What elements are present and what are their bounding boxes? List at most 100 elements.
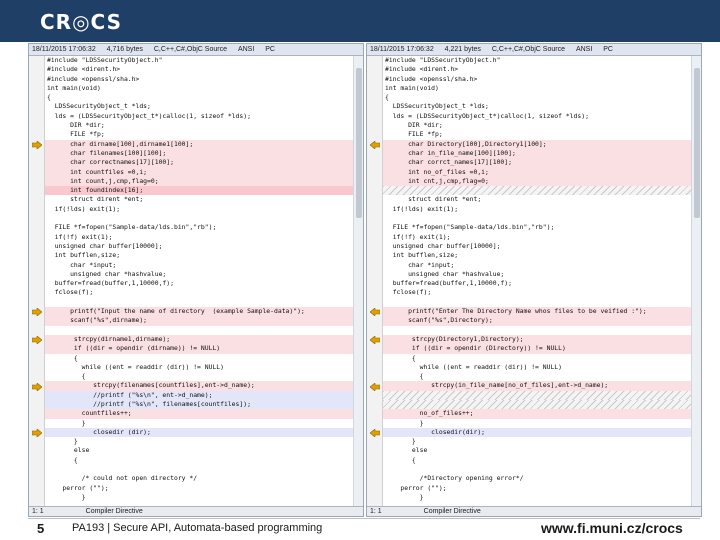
left-code-line[interactable]: {: [45, 372, 353, 381]
left-code-line[interactable]: if ((dir = opendir (dirname)) != NULL): [45, 344, 353, 354]
right-code-line[interactable]: }: [383, 437, 691, 446]
right-code-line[interactable]: [383, 214, 691, 223]
right-file-platform[interactable]: PC: [603, 44, 613, 55]
right-code-line[interactable]: perror ("");: [383, 484, 691, 493]
left-code-line[interactable]: {: [45, 354, 353, 363]
right-code-line[interactable]: }: [383, 493, 691, 502]
left-code-line[interactable]: /* could not open directory */: [45, 474, 353, 483]
right-code-line[interactable]: }: [383, 419, 691, 428]
right-code-line[interactable]: [383, 390, 691, 400]
left-code-line[interactable]: scanf("%s",dirname);: [45, 316, 353, 326]
left-code-line[interactable]: int count,j,cmp,flag=0;: [45, 176, 353, 187]
left-code-line[interactable]: DIR *dir;: [45, 121, 353, 130]
left-code-line[interactable]: char filenames[100][100];: [45, 148, 353, 159]
diff-arrow-icon[interactable]: [32, 429, 42, 437]
left-code-line[interactable]: int bufflen,size;: [45, 251, 353, 260]
right-code-view[interactable]: #include "LDSSecurityObject.h" #include <…: [383, 56, 691, 506]
right-code-line[interactable]: {: [383, 93, 691, 102]
right-code-line[interactable]: struct dirent *ent;: [383, 195, 691, 204]
right-code-line[interactable]: char *input;: [383, 261, 691, 270]
right-code-line[interactable]: unsigned char *hashvalue;: [383, 270, 691, 279]
left-code-line[interactable]: unsigned char buffer[10000];: [45, 242, 353, 251]
right-code-line[interactable]: /*Directory opening error*/: [383, 474, 691, 483]
left-code-line[interactable]: strcpy(filenames[countfiles],ent->d_name…: [45, 381, 353, 391]
left-code-line[interactable]: LDSSecurityObject_t *lds;: [45, 102, 353, 111]
right-code-line[interactable]: char corrct_names[17][100];: [383, 158, 691, 168]
left-code-line[interactable]: struct dirent *ent;: [45, 195, 353, 204]
left-code-line[interactable]: {: [45, 456, 353, 465]
right-code-line[interactable]: LDSSecurityObject_t *lds;: [383, 102, 691, 111]
diff-arrow-icon[interactable]: [370, 429, 380, 437]
left-code-line[interactable]: }: [45, 493, 353, 502]
right-code-line[interactable]: {: [383, 456, 691, 465]
right-code-line[interactable]: if ((dir = opendir (Directory)) != NULL): [383, 344, 691, 354]
left-code-line[interactable]: int main(void): [45, 84, 353, 93]
right-code-line[interactable]: [383, 465, 691, 474]
diff-arrow-icon[interactable]: [370, 382, 380, 391]
diff-arrow-icon[interactable]: [370, 336, 380, 344]
right-code-line[interactable]: #include <dirent.h>: [383, 65, 691, 74]
left-code-line[interactable]: {: [45, 93, 353, 102]
right-code-line[interactable]: int main(void): [383, 84, 691, 93]
right-code-line[interactable]: closedir(dir);: [383, 427, 691, 438]
left-code-line[interactable]: #include <dirent.h>: [45, 65, 353, 74]
left-code-line[interactable]: [45, 465, 353, 474]
right-code-line[interactable]: lds = (LDSSecurityObject_t*)calloc(1, si…: [383, 112, 691, 121]
left-file-platform[interactable]: PC: [265, 44, 275, 55]
right-code-line[interactable]: FILE *f=fopen("Sample-data/lds.bin","rb"…: [383, 223, 691, 232]
diff-arrow-icon[interactable]: [32, 336, 42, 344]
left-code-line[interactable]: while ((ent = readdir (dir)) != NULL): [45, 363, 353, 372]
left-code-line[interactable]: #include "LDSSecurityObject.h": [45, 56, 353, 65]
left-code-line[interactable]: printf("Input the name of directory (exa…: [45, 307, 353, 317]
left-code-line[interactable]: if(!lds) exit(1);: [45, 205, 353, 214]
right-code-line[interactable]: unsigned char buffer[10000];: [383, 242, 691, 251]
right-code-line[interactable]: {: [383, 354, 691, 363]
right-compare-pane[interactable]: 18/11/2015 17:06:32 4,221 bytes C,C++,C#…: [366, 43, 702, 517]
left-code-line[interactable]: FILE *fp;: [45, 130, 353, 139]
right-code-line[interactable]: printf("Enter The Directory Name whos fi…: [383, 307, 691, 317]
left-code-line[interactable]: }: [45, 437, 353, 446]
right-code-line[interactable]: int no_of_files =0,i;: [383, 167, 691, 177]
right-vertical-scrollbar[interactable]: [691, 56, 701, 506]
right-code-line[interactable]: int bufflen,size;: [383, 251, 691, 260]
right-code-line[interactable]: [383, 326, 691, 335]
left-code-line[interactable]: closedir (dir);: [45, 427, 353, 438]
right-code-line[interactable]: fclose(f);: [383, 288, 691, 297]
left-code-line[interactable]: else: [45, 446, 353, 455]
left-code-line[interactable]: //printf ("%s\n", filenames[countfiles])…: [45, 399, 353, 410]
right-code-line[interactable]: if(!f) exit(1);: [383, 233, 691, 242]
right-code-line[interactable]: scanf("%s",Directory);: [383, 316, 691, 326]
left-code-line[interactable]: char *input;: [45, 261, 353, 270]
right-code-line[interactable]: char Directory[100],Directory1[100];: [383, 139, 691, 149]
right-code-line[interactable]: #include <openssl/sha.h>: [383, 75, 691, 84]
right-code-line[interactable]: DIR *dir;: [383, 121, 691, 130]
left-compare-pane[interactable]: 18/11/2015 17:06:32 4,716 bytes C,C++,C#…: [28, 43, 364, 517]
left-code-line[interactable]: //printf ("%s\n", ent->d_name);: [45, 390, 353, 400]
left-code-line[interactable]: fclose(f);: [45, 288, 353, 297]
diff-arrow-icon[interactable]: [370, 140, 380, 149]
right-code-line[interactable]: char in_file_name[100][100];: [383, 148, 691, 159]
right-code-line[interactable]: {: [383, 372, 691, 381]
left-code-view[interactable]: #include "LDSSecurityObject.h" #include <…: [45, 56, 353, 506]
right-code-line[interactable]: strcpy(Directory1,Directory);: [383, 334, 691, 345]
left-code-line[interactable]: buffer=fread(buffer,1,10000,f);: [45, 279, 353, 288]
left-file-language[interactable]: C,C++,C#,ObjC Source: [154, 44, 227, 55]
left-code-line[interactable]: lds = (LDSSecurityObject_t*)calloc(1, si…: [45, 112, 353, 121]
left-code-line[interactable]: perror ("");: [45, 484, 353, 493]
left-code-line[interactable]: }: [45, 419, 353, 428]
right-code-line[interactable]: [383, 399, 691, 410]
diff-arrow-icon[interactable]: [32, 140, 42, 149]
left-code-line[interactable]: if(!f) exit(1);: [45, 233, 353, 242]
left-code-line[interactable]: int foundindex[16];: [45, 186, 353, 196]
left-code-line[interactable]: [45, 326, 353, 335]
right-code-line[interactable]: FILE *fp;: [383, 130, 691, 139]
diff-arrow-icon[interactable]: [32, 382, 42, 391]
right-code-line[interactable]: else: [383, 446, 691, 455]
left-code-line[interactable]: char dirname[100],dirname1[100];: [45, 139, 353, 149]
left-code-line[interactable]: char correctnames[17][100];: [45, 158, 353, 168]
left-code-line[interactable]: int countfiles =0,i;: [45, 167, 353, 177]
right-code-line[interactable]: #include "LDSSecurityObject.h": [383, 56, 691, 65]
left-file-encoding[interactable]: ANSI: [238, 44, 254, 55]
right-scroll-thumb[interactable]: [694, 68, 700, 218]
right-code-line[interactable]: strcpy(in_file_name[no_of_files],ent->d_…: [383, 381, 691, 391]
